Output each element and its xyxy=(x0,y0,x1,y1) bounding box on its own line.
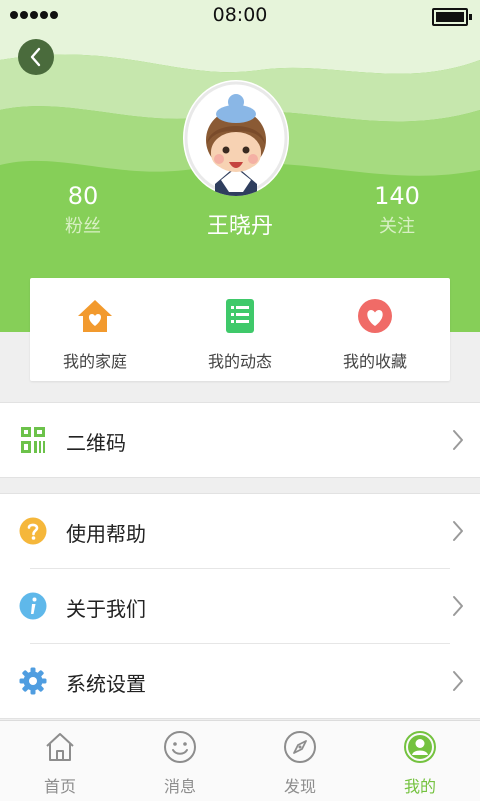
menu-item-help[interactable]: 使用帮助 xyxy=(0,494,480,568)
settings-section: 使用帮助 关于我们 系统设置 xyxy=(0,493,480,719)
status-bar: 08:00 xyxy=(0,0,480,32)
menu-item-label: 关于我们 xyxy=(66,597,146,621)
qrcode-section: 二维码 xyxy=(0,402,480,478)
tab-messages[interactable]: 消息 xyxy=(120,721,240,801)
profile-icon xyxy=(404,731,436,763)
settings-icon xyxy=(19,667,47,695)
menu-item-label: 二维码 xyxy=(66,431,126,455)
home-heart-icon xyxy=(78,300,112,332)
quick-action-label: 我的收藏 xyxy=(342,352,407,371)
tab-home[interactable]: 首页 xyxy=(0,721,120,801)
tab-mine[interactable]: 我的 xyxy=(360,721,480,801)
quick-action-family[interactable]: 我的家庭 xyxy=(40,296,150,372)
chevron-right-icon xyxy=(453,671,463,691)
chevron-right-icon xyxy=(453,521,463,541)
menu-item-label: 系统设置 xyxy=(66,672,146,696)
tab-discover[interactable]: 发现 xyxy=(240,721,360,801)
help-icon xyxy=(19,517,47,545)
tab-label: 发现 xyxy=(283,777,316,796)
qrcode-icon xyxy=(21,427,45,453)
quick-action-favorites[interactable]: 我的收藏 xyxy=(320,296,430,372)
chevron-left-icon xyxy=(30,47,41,67)
status-time: 08:00 xyxy=(212,4,268,26)
back-button[interactable] xyxy=(18,39,54,75)
quick-actions-card: 我的家庭 我的动态 我的收藏 xyxy=(30,278,450,381)
bottom-tab-bar: 首页 消息 发现 我的 xyxy=(0,720,480,801)
avatar[interactable] xyxy=(183,80,289,196)
tab-label: 消息 xyxy=(163,777,196,796)
message-icon xyxy=(164,731,196,763)
home-icon xyxy=(46,733,74,761)
chevron-right-icon xyxy=(453,596,463,616)
menu-item-settings[interactable]: 系统设置 xyxy=(0,644,480,718)
quick-action-label: 我的家庭 xyxy=(62,352,127,371)
document-list-icon xyxy=(226,299,254,333)
profile-name: 王晓丹 xyxy=(206,214,273,239)
compass-icon xyxy=(284,731,316,763)
chevron-right-icon xyxy=(453,430,463,450)
cartoon-boy-avatar-icon xyxy=(184,81,288,196)
tab-label: 我的 xyxy=(403,777,436,796)
quick-action-label: 我的动态 xyxy=(207,352,272,371)
following-count: 140 xyxy=(374,182,420,210)
info-icon xyxy=(19,592,47,620)
quick-action-posts[interactable]: 我的动态 xyxy=(185,296,295,372)
battery-icon xyxy=(432,8,472,26)
fans-count: 80 xyxy=(67,182,99,210)
menu-item-qrcode[interactable]: 二维码 xyxy=(0,403,480,477)
heart-icon xyxy=(358,299,392,333)
tab-label: 首页 xyxy=(43,777,76,796)
menu-item-label: 使用帮助 xyxy=(66,522,146,546)
menu-item-about[interactable]: 关于我们 xyxy=(0,569,480,643)
